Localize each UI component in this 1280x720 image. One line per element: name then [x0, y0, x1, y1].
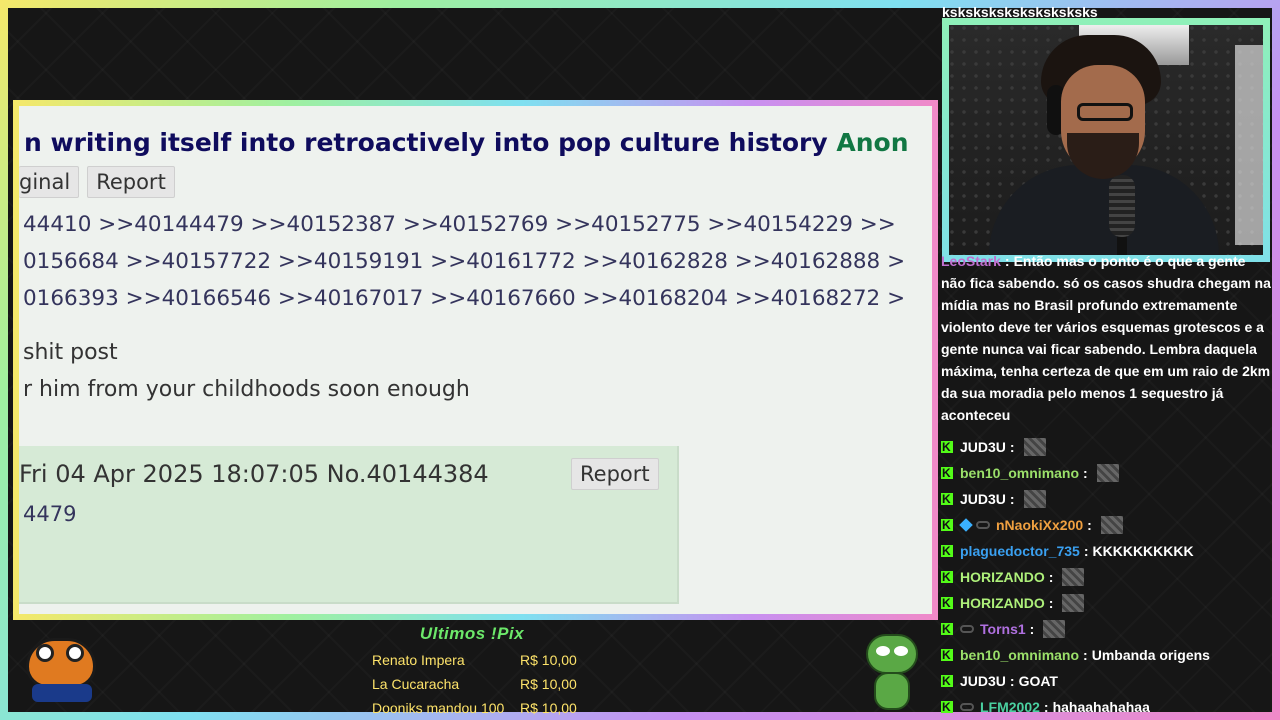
chat-message-text: KKKKKKKKKK [1092, 543, 1194, 559]
reply-links-line[interactable]: 44410 >>40144479 >>40152387 >>40152769 >… [23, 206, 905, 243]
chat-message: LFM2002:hahaahahahaa [941, 694, 1273, 720]
chat-username[interactable]: HORIZANDO [960, 566, 1045, 588]
chat-username[interactable]: JUD3U [960, 488, 1006, 510]
pepe-eye [876, 646, 890, 656]
chat-username[interactable]: Torns1 [980, 618, 1026, 640]
reply-post: Fri 04 Apr 2025 18:07:05 No.40144384 Rep… [19, 446, 679, 604]
chat-message: HORIZANDO: [941, 564, 1273, 590]
chat-message: ben10_omnimano: [941, 460, 1273, 486]
chat-message: LeoStark: Então mas o ponto é o que a gen… [941, 253, 1271, 423]
chat-message-text: Umbanda origens [1091, 647, 1210, 663]
chat-username[interactable]: nNaokiXx200 [996, 514, 1083, 536]
kick-badge-icon [941, 696, 953, 718]
pix-donor-name: Dooniks mandou 100 [372, 700, 505, 716]
reply-links-line[interactable]: 0166393 >>40166546 >>40167017 >>40167660… [23, 280, 905, 317]
badge-icon [960, 625, 974, 633]
mascot-legs [32, 684, 92, 702]
subscriber-badge-icon [959, 518, 973, 532]
chat-username[interactable]: JUD3U [960, 670, 1006, 692]
webcam-feed [949, 25, 1263, 255]
emote-icon [1043, 620, 1066, 638]
pix-title: Ultimos !Pix [419, 624, 525, 643]
chat-username[interactable]: plaguedoctor_735 [960, 540, 1080, 562]
chat-message: Torns1: [941, 616, 1273, 642]
mascot-eye [66, 644, 84, 662]
report-button[interactable]: Report [87, 166, 175, 198]
chat-username[interactable]: LFM2002 [980, 696, 1040, 718]
screen-capture-border: n writing itself into retroactively into… [13, 100, 938, 620]
reply-links-line[interactable]: 0156684 >>40157722 >>40159191 >>40161772… [23, 243, 905, 280]
mascot-body [26, 638, 96, 688]
chat-panel: LeoStark: Então mas o ponto é o que a gen… [941, 250, 1273, 720]
kick-badge-icon [941, 462, 953, 484]
pix-donation-row: Renato Impera R$ 10,00 [372, 648, 582, 672]
pix-amount: R$ 10,00 [520, 652, 577, 668]
kick-badge-icon [941, 670, 953, 692]
emote-icon [1023, 490, 1046, 508]
emote-icon [1096, 464, 1119, 482]
chat-username[interactable]: LeoStark [941, 253, 1001, 269]
kick-badge-icon [941, 436, 953, 458]
op-body: shit post r him from your childhoods soo… [23, 334, 470, 408]
pix-donation-row: La Cucaracha R$ 10,00 [372, 672, 582, 696]
chat-username[interactable]: ben10_omnimano [960, 462, 1079, 484]
reply-post-quote[interactable]: 4479 [23, 502, 76, 526]
pepe-body [874, 672, 910, 710]
chat-message: JUD3U: [941, 486, 1273, 512]
pepe-emote-icon [862, 634, 920, 710]
emote-icon [1062, 594, 1085, 612]
kick-badge-icon [941, 488, 953, 510]
kick-badge-icon [941, 514, 953, 536]
pepe-eye [894, 646, 908, 656]
mascot-eye [36, 644, 54, 662]
kick-badge-icon [941, 566, 953, 588]
op-actions: ginal Report [19, 166, 175, 198]
chat-username[interactable]: HORIZANDO [960, 592, 1045, 614]
microphone-icon [1109, 175, 1135, 237]
mascot-character [22, 628, 104, 706]
chat-message: JUD3U: [941, 434, 1273, 460]
pix-amount: R$ 10,00 [520, 676, 577, 692]
chat-message: ben10_omnimano:Umbanda origens [941, 642, 1273, 668]
thread-title: n writing itself into retroactively into… [24, 128, 909, 157]
glasses [1077, 103, 1133, 121]
chat-message-text: GOAT [1018, 673, 1058, 689]
chat-message: HORIZANDO: [941, 590, 1273, 616]
emote-icon [1023, 438, 1046, 456]
screen-capture: n writing itself into retroactively into… [19, 106, 932, 614]
kick-badge-icon [941, 618, 953, 640]
chat-message: nNaokiXx200: [941, 512, 1273, 538]
reply-post-info: Fri 04 Apr 2025 18:07:05 No.40144384 [19, 460, 489, 488]
thread-subject: n writing itself into retroactively into… [24, 128, 828, 157]
pix-donation-row: Dooniks mandou 100 R$ 10,00 [372, 696, 582, 720]
chat-username[interactable]: ben10_omnimano [960, 644, 1079, 666]
pepe-head [866, 634, 918, 674]
kick-badge-icon [941, 540, 953, 562]
webcam-border [942, 18, 1270, 262]
original-button[interactable]: ginal [19, 166, 80, 198]
pix-donor-name: La Cucaracha [372, 676, 460, 692]
op-body-line: shit post [23, 340, 118, 365]
op-body-line: r him from your childhoods soon enough [23, 377, 470, 402]
thread-author[interactable]: Anon [836, 128, 908, 157]
reply-links: 44410 >>40144479 >>40152387 >>40152769 >… [23, 206, 905, 317]
pix-donations-panel: Ultimos !Pix Renato Impera R$ 10,00 La C… [372, 624, 582, 720]
emote-icon [1100, 516, 1123, 534]
chat-message-text: hahaahahahaa [1052, 699, 1150, 715]
background-shelf [1235, 45, 1263, 245]
chat-message-list: JUD3U:ben10_omnimano:JUD3U:nNaokiXx200:p… [941, 434, 1273, 720]
badge-icon [976, 521, 990, 529]
chat-username[interactable]: JUD3U [960, 436, 1006, 458]
chat-message: JUD3U:GOAT [941, 668, 1273, 694]
kick-badge-icon [941, 644, 953, 666]
chat-message: plaguedoctor_735:KKKKKKKKKK [941, 538, 1273, 564]
chat-message-text: Então mas o ponto é o que a gente não fi… [941, 253, 1271, 423]
kick-badge-icon [941, 592, 953, 614]
pix-amount: R$ 10,00 [520, 700, 577, 716]
reply-report-button[interactable]: Report [571, 458, 659, 490]
badge-icon [960, 703, 974, 711]
emote-icon [1062, 568, 1085, 586]
pix-donor-name: Renato Impera [372, 652, 465, 668]
